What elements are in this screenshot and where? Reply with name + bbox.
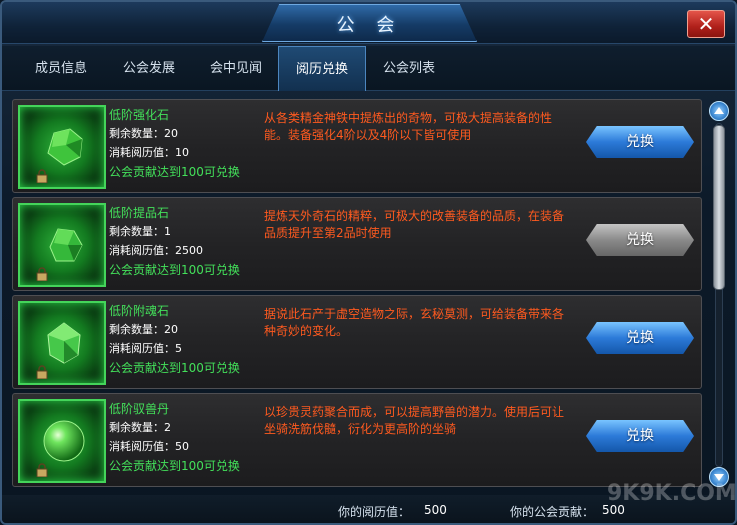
experience-value: 500 [424,503,447,517]
item-remaining: 剩余数量：2 [109,421,171,434]
item-icon-frame[interactable] [18,203,106,287]
item-icon-frame[interactable] [18,301,106,385]
title-bar: 公 会 ✕ [2,2,735,44]
green-orb-icon [43,420,85,462]
list-item: 低阶驭兽丹 剩余数量：2 消耗阅历值：50 公会贡献达到100可兑换 以珍贵灵药… [12,393,702,487]
item-cost: 消耗阅历值：5 [109,342,182,355]
experience-label: 你的阅历值： [338,505,411,519]
item-cost: 消耗阅历值：2500 [109,244,203,257]
list-item: 低阶强化石 剩余数量：20 消耗阅历值：10 公会贡献达到100可兑换 从各类精… [12,99,702,193]
list-item: 低阶附魂石 剩余数量：20 消耗阅历值：5 公会贡献达到100可兑换 据说此石产… [12,295,702,389]
green-ore-icon [47,128,83,166]
tab-guild-news[interactable]: 会中见闻 [191,46,281,91]
exchange-button[interactable]: 兑换 [586,224,694,256]
item-description: 据说此石产于虚空造物之际，玄秘莫测，可给装备带来各种奇妙的变化。 [264,307,565,338]
scroll-up-button[interactable] [709,101,729,121]
exchange-button[interactable]: 兑换 [586,322,694,354]
watermark: 9K9K.COM [607,481,737,506]
window-title: 公 会 [336,15,403,36]
contribution-label: 你的公会贡献： [510,505,595,519]
green-crystal-icon [47,322,81,364]
item-description: 以珍贵灵药聚合而成，可以提高野兽的潜力。使用后可让坐骑洗筋伐髓，衍化为更高阶的坐… [264,405,565,436]
item-requirement: 公会贡献达到100可兑换 [109,165,240,179]
item-name: 低阶强化石 [109,108,170,122]
lock-icon [36,365,48,379]
item-cost: 消耗阅历值：10 [109,146,189,159]
lock-icon [36,267,48,281]
chevron-up-icon [714,107,724,114]
item-remaining: 剩余数量：20 [109,127,178,140]
lock-icon [36,169,48,183]
item-description: 提炼天外奇石的精粹，可极大的改善装备的品质，在装备品质提升至第2品时使用 [264,209,565,240]
item-requirement: 公会贡献达到100可兑换 [109,459,240,473]
list-item: 低阶提品石 剩余数量：1 消耗阅历值：2500 公会贡献达到100可兑换 提炼天… [12,197,702,291]
item-remaining: 剩余数量：1 [109,225,171,238]
scroll-thumb[interactable] [713,125,725,290]
item-remaining: 剩余数量：20 [109,323,178,336]
exchange-button[interactable]: 兑换 [586,420,694,452]
item-name: 低阶提品石 [109,206,170,220]
green-ore-icon [49,228,83,262]
scrollbar[interactable] [709,99,729,489]
item-name: 低阶附魂石 [109,304,170,318]
close-button[interactable]: ✕ [687,10,725,38]
close-icon: ✕ [697,12,715,36]
exchange-list: 低阶强化石 剩余数量：20 消耗阅历值：10 公会贡献达到100可兑换 从各类精… [12,99,702,488]
tab-guild-list[interactable]: 公会列表 [364,46,454,91]
tab-bar: 成员信息 公会发展 会中见闻 阅历兑换 公会列表 [2,46,735,91]
item-requirement: 公会贡献达到100可兑换 [109,361,240,375]
tab-experience-exchange[interactable]: 阅历兑换 [278,46,366,91]
item-name: 低阶驭兽丹 [109,402,170,416]
item-icon-frame[interactable] [18,399,106,483]
tab-member-info[interactable]: 成员信息 [16,46,106,91]
tab-guild-development[interactable]: 公会发展 [104,46,194,91]
guild-window: 公 会 ✕ 成员信息 公会发展 会中见闻 阅历兑换 公会列表 低阶强化石 剩余数… [0,0,737,525]
exchange-button[interactable]: 兑换 [586,126,694,158]
item-description: 从各类精金神铁中提炼出的奇物，可极大提高装备的性能。装备强化4阶以及4阶以下皆可… [264,111,553,142]
item-icon-frame[interactable] [18,105,106,189]
item-requirement: 公会贡献达到100可兑换 [109,263,240,277]
lock-icon [36,463,48,477]
item-cost: 消耗阅历值：50 [109,440,189,453]
